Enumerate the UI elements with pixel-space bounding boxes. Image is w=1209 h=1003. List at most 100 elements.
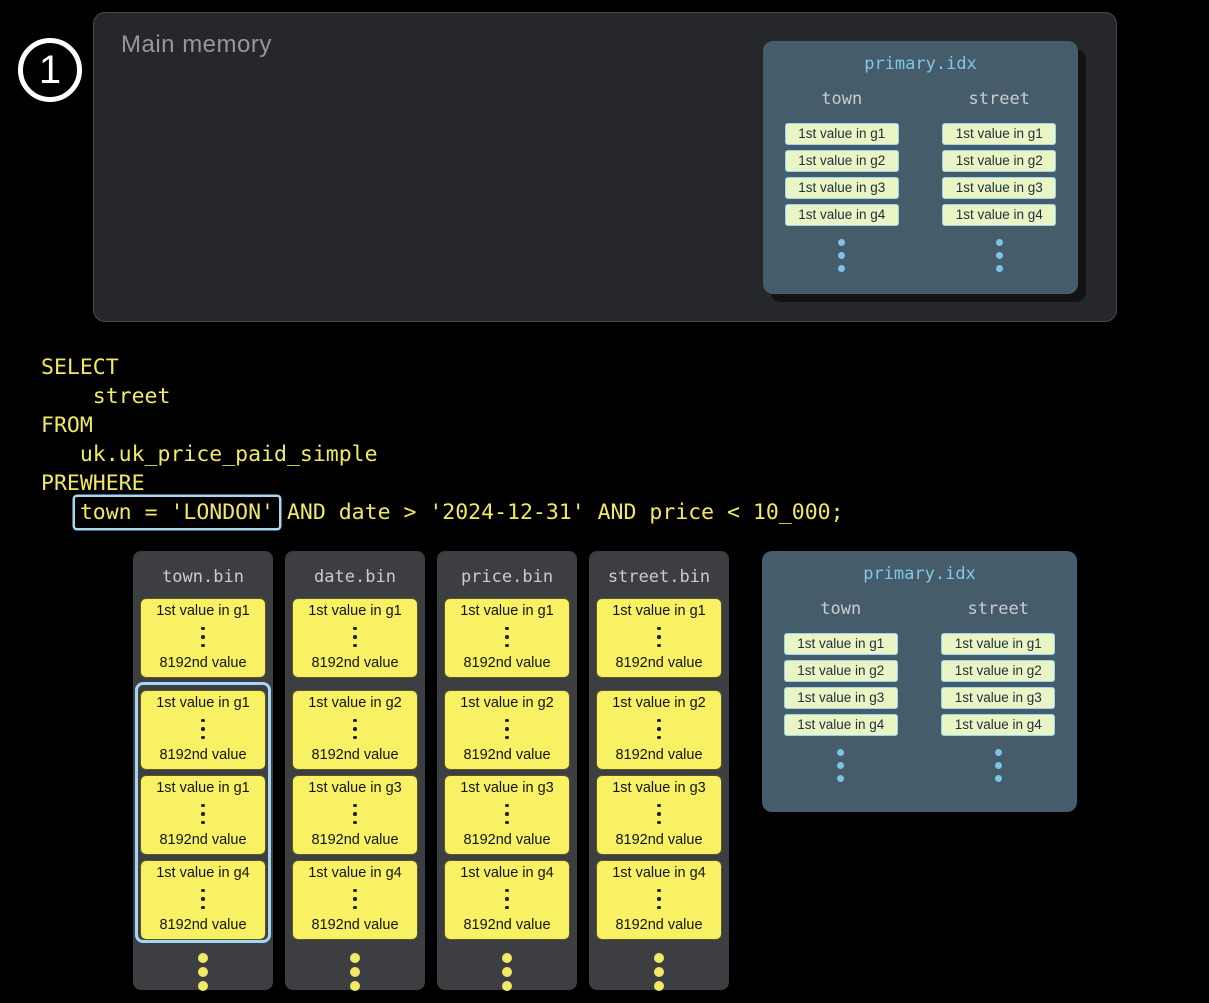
granule-ellipsis [505,804,509,825]
ellipsis-dot [201,635,205,639]
ellipsis-dot [353,812,357,816]
granule-ellipsis [657,627,661,648]
index-column-header: street [968,599,1029,619]
ellipsis-dot [201,804,205,808]
index-entry: 1st value in g3 [784,687,898,709]
ellipsis-dot [201,727,205,731]
ellipsis-dot [657,727,661,731]
ellipsis-dot [657,627,661,631]
ellipsis-dot [654,953,664,963]
ellipsis-dot [837,749,844,756]
ellipsis-dot [198,981,208,991]
index-entry: 1st value in g2 [941,660,1055,682]
granule-last-value: 8192nd value [311,917,398,933]
prewhere-town-highlight: town = 'LONDON' [75,497,279,528]
ellipsis-dot [502,981,512,991]
ellipsis-dot [201,889,205,893]
sql-query: SELECT street FROM uk.uk_price_paid_simp… [41,353,844,527]
index-entry: 1st value in g3 [942,177,1056,199]
sql-select-keyword: SELECT [41,353,844,382]
index-column-street: street1st value in g11st value in g21st … [929,76,1069,272]
granule-block: 1st value in g18192nd value [140,690,266,770]
ellipsis-dot [502,967,512,977]
granule-ellipsis [353,804,357,825]
granule-first-value: 1st value in g3 [460,780,554,796]
granule-ellipsis [201,719,205,740]
granule-last-value: 8192nd value [615,832,702,848]
ellipsis-dot [505,906,509,910]
granule-first-value: 1st value in g4 [308,865,402,881]
granule-first-value: 1st value in g4 [156,865,250,881]
step-number: 1 [39,48,61,93]
ellipsis-dot [353,821,357,825]
index-column-town: town1st value in g11st value in g21st va… [772,76,912,272]
granule-first-value: 1st value in g2 [460,695,554,711]
granule-first-value: 1st value in g3 [612,780,706,796]
index-entry: 1st value in g1 [784,633,898,655]
bin-file-town: town.bin1st value in g18192nd value1st v… [133,551,273,990]
granule-ellipsis [657,719,661,740]
ellipsis-dot [201,719,205,723]
index-entry: 1st value in g4 [942,204,1056,226]
ellipsis-dot [201,897,205,901]
ellipsis-dot [995,775,1002,782]
granule-last-value: 8192nd value [615,917,702,933]
granule-last-value: 8192nd value [159,917,246,933]
ellipsis-dot [353,644,357,648]
ellipsis-dot [353,635,357,639]
index-column-header: town [821,89,862,109]
ellipsis-dot [353,804,357,808]
sql-prewhere-keyword: PREWHERE [41,469,844,498]
ellipsis-dot [657,804,661,808]
bin-ellipsis-dots [285,953,425,991]
ellipsis-dot [505,889,509,893]
granule-first-value: 1st value in g1 [612,603,706,619]
ellipsis-dot [353,897,357,901]
ellipsis-dot [505,804,509,808]
primary-index-title: primary.idx [763,54,1078,74]
granule-last-value: 8192nd value [311,747,398,763]
ellipsis-dot [505,897,509,901]
granule-first-value: 1st value in g1 [156,780,250,796]
index-entry: 1st value in g1 [942,123,1056,145]
granule-last-value: 8192nd value [615,747,702,763]
granule-ellipsis [201,627,205,648]
ellipsis-dot [505,627,509,631]
ellipsis-dot [657,644,661,648]
ellipsis-dot [996,265,1003,272]
granule-block: 1st value in g4 8192nd value [292,860,418,940]
index-column-header: town [820,599,861,619]
index-column-street: street 1st value in g1 1st value in g2 1st … [928,586,1068,782]
ellipsis-dot [837,762,844,769]
granule-ellipsis [353,889,357,910]
ellipsis-dot [505,812,509,816]
ellipsis-dots [995,749,1002,782]
ellipsis-dot [350,981,360,991]
ellipsis-dot [654,981,664,991]
ellipsis-dot [657,906,661,910]
primary-index-columns: town1st value in g11st value in g21st va… [763,76,1078,272]
ellipsis-dot [657,635,661,639]
primary-index-panel-disk: primary.idxtown1st value in g11st value … [762,551,1077,812]
granule-first-value: 1st value in g1 [156,695,250,711]
ellipsis-dot [657,897,661,901]
ellipsis-dot [995,762,1002,769]
granule-last-value: 8192nd value [159,832,246,848]
granule-block: 1st value in g18192nd value [140,598,266,678]
granule-ellipsis [505,627,509,648]
ellipsis-dots [837,749,844,782]
index-entry: 1st value in g2 [784,660,898,682]
granule-first-value: 1st value in g4 [460,865,554,881]
primary-index-panel-memory: primary.idxtown1st value in g11st value … [763,41,1078,294]
ellipsis-dot [353,727,357,731]
index-entry: 1st value in g1 [941,633,1055,655]
granule-block: 1st value in g28192nd value [292,690,418,770]
bin-file-street: street.bin1st value in g18192nd value1st… [589,551,729,990]
granule-first-value: 1st value in g4 [612,865,706,881]
ellipsis-dot [657,821,661,825]
ellipsis-dot [837,775,844,782]
ellipsis-dot [505,821,509,825]
index-entry: 1st value in g4 [941,714,1055,736]
granule-ellipsis [505,889,509,910]
main-memory-title: Main memory [121,31,272,59]
